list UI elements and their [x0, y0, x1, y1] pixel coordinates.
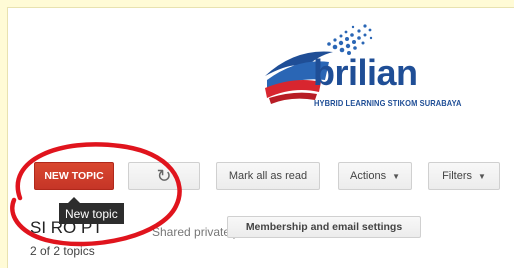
actions-label: Actions [350, 170, 387, 182]
membership-settings-button[interactable]: Membership and email settings [227, 216, 421, 238]
sharing-status: Shared privately [152, 225, 239, 239]
filters-label: Filters [442, 170, 473, 182]
mark-all-read-button[interactable]: Mark all as read [216, 162, 320, 190]
new-topic-label: NEW TOPIC [44, 170, 104, 182]
logo-tagline: HYBRID LEARNING STIKOM SURABAYA [314, 98, 462, 109]
refresh-button[interactable]: ↻ [128, 162, 200, 190]
tooltip: New topic [59, 203, 124, 224]
filters-dropdown[interactable]: Filters ▼ [428, 162, 500, 190]
actions-dropdown[interactable]: Actions ▼ [338, 162, 412, 190]
new-topic-button[interactable]: NEW TOPIC [34, 162, 114, 190]
mark-all-read-label: Mark all as read [228, 170, 308, 182]
topic-count: 2 of 2 topics [30, 244, 95, 258]
membership-settings-label: Membership and email settings [245, 221, 403, 233]
chevron-down-icon: ▼ [392, 171, 400, 181]
refresh-icon: ↻ [156, 165, 172, 186]
chevron-down-icon: ▼ [478, 171, 486, 181]
tooltip-text: New topic [65, 206, 118, 221]
logo-word: brilian [313, 52, 418, 93]
